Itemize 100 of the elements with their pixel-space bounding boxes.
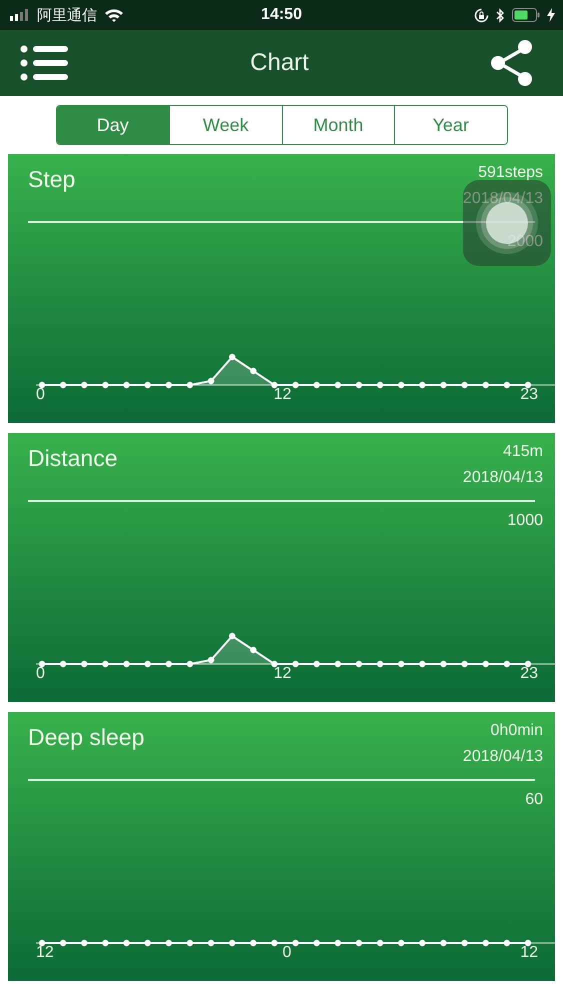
data-point (81, 381, 88, 388)
data-point (38, 381, 46, 388)
data-point (334, 939, 342, 946)
data-point (228, 939, 236, 946)
max-label: 2000 (507, 232, 543, 250)
data-point (334, 660, 342, 667)
data-point (482, 381, 489, 388)
chart-date: 2018/04/13 (462, 189, 543, 209)
data-point (38, 939, 46, 946)
data-point (292, 381, 299, 388)
data-point (419, 939, 426, 946)
data-point (524, 381, 532, 388)
orientation-lock-icon (474, 8, 489, 22)
axis-label: 12 (274, 384, 292, 404)
data-point (166, 381, 172, 388)
menu-icon[interactable] (20, 45, 68, 81)
axis-label: 0 (36, 664, 45, 684)
data-point (419, 660, 426, 667)
data-point (208, 377, 214, 384)
data-point (314, 939, 320, 946)
data-point (228, 353, 236, 360)
data-point (482, 660, 489, 667)
data-point (504, 939, 510, 946)
data-point (356, 660, 362, 667)
data-point (314, 381, 320, 388)
data-point (250, 939, 256, 946)
data-point (314, 660, 320, 667)
axis-label: 23 (520, 384, 538, 404)
data-point (398, 381, 404, 388)
chart-title: Step (28, 166, 76, 194)
share-icon[interactable] (491, 40, 533, 86)
data-point (186, 660, 194, 667)
data-point (81, 660, 88, 667)
data-point (440, 381, 447, 388)
bluetooth-icon (496, 8, 505, 22)
data-point (60, 381, 66, 388)
data-point (524, 939, 532, 946)
total-value: 591steps (478, 163, 543, 183)
data-point (102, 660, 109, 667)
data-point (123, 381, 130, 388)
data-point (186, 939, 194, 946)
data-point (482, 939, 489, 946)
period-tab[interactable]: Day (56, 106, 169, 144)
data-point (524, 660, 532, 667)
axis-label: 23 (520, 664, 538, 684)
data-point (166, 939, 172, 946)
data-point (208, 939, 214, 946)
chart-date: 2018/04/13 (462, 747, 543, 767)
data-point (81, 939, 88, 946)
data-point (376, 381, 384, 388)
clock-time: 14:50 (261, 6, 302, 24)
data-point (123, 660, 130, 667)
period-tab[interactable]: Year (394, 106, 506, 144)
total-value: 415m (502, 442, 543, 462)
chart-date: 2018/04/13 (462, 468, 543, 488)
data-point (504, 660, 510, 667)
data-point (250, 646, 256, 653)
battery-icon (512, 8, 540, 22)
data-point (144, 660, 151, 667)
assistive-touch-button[interactable] (463, 180, 551, 266)
data-point (292, 660, 299, 667)
data-point (461, 381, 468, 388)
data-point (144, 381, 151, 388)
axis-label: 0 (282, 942, 292, 962)
data-point (356, 939, 362, 946)
data-point (271, 381, 278, 388)
carrier-name: 阿里通信 (37, 6, 97, 24)
data-point (144, 939, 151, 946)
data-point (334, 381, 342, 388)
data-point (461, 660, 468, 667)
data-point (419, 381, 426, 388)
data-point (250, 367, 256, 374)
data-point (440, 939, 447, 946)
data-point (60, 660, 66, 667)
total-value: 0h0min (490, 721, 543, 741)
data-point (271, 939, 278, 946)
data-point (186, 381, 194, 388)
axis-label: 0 (36, 384, 45, 404)
data-point (376, 939, 384, 946)
data-point (38, 660, 46, 667)
max-label: 60 (525, 790, 543, 808)
data-point (440, 660, 447, 667)
data-point (461, 939, 468, 946)
data-point (60, 939, 66, 946)
data-point (228, 632, 236, 639)
wifi-icon (104, 8, 124, 22)
data-point (376, 660, 384, 667)
chart-title: Distance (28, 445, 118, 473)
data-point (102, 939, 109, 946)
data-point (356, 381, 362, 388)
axis-label: 12 (274, 664, 292, 684)
data-point (398, 660, 404, 667)
data-point (166, 660, 172, 667)
data-point (504, 381, 510, 388)
axis-label: 12 (520, 942, 538, 962)
axis-label: 12 (36, 942, 54, 962)
data-point (208, 656, 214, 663)
charging-icon (547, 8, 555, 22)
data-point (292, 939, 299, 946)
chart-title: Deep sleep (28, 724, 144, 752)
